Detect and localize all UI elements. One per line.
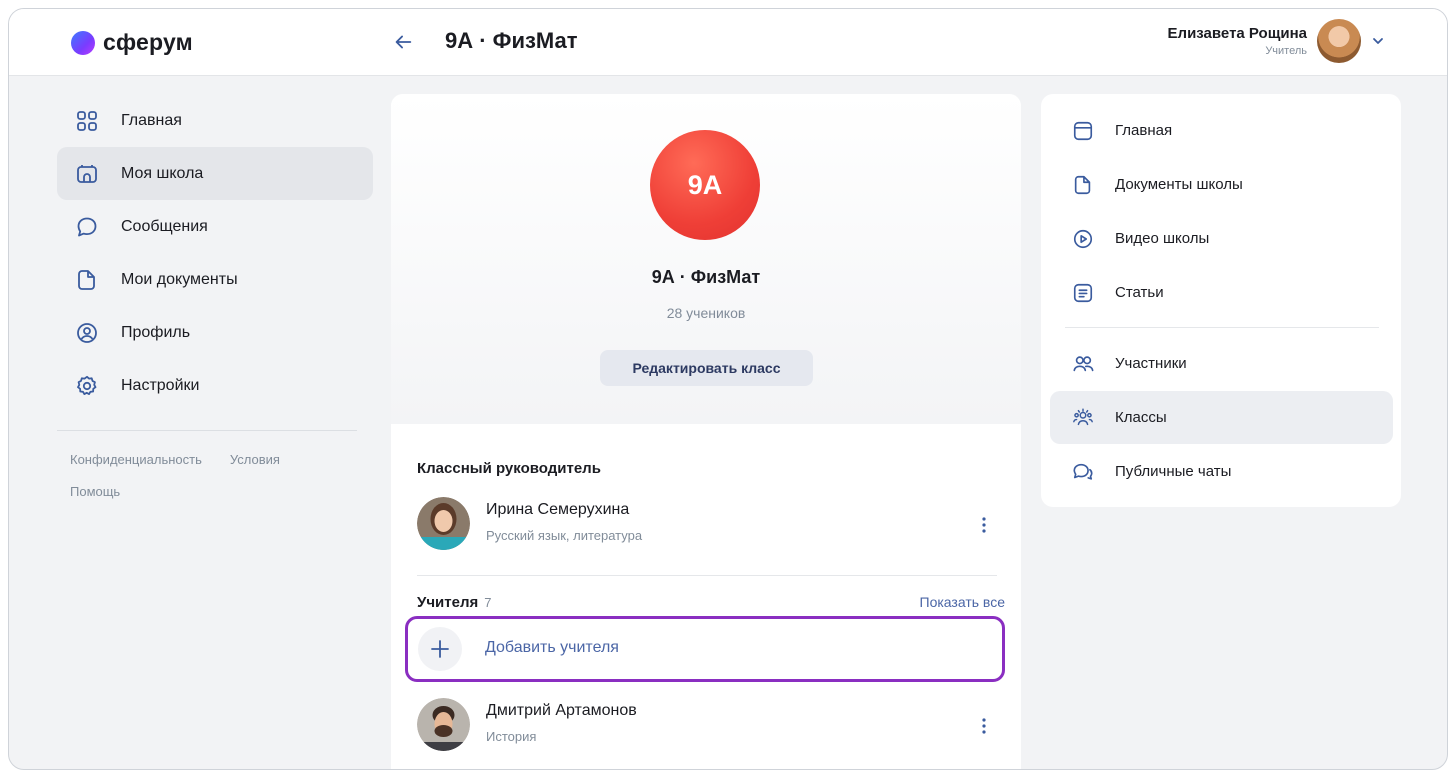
chevron-down-icon[interactable] — [1371, 34, 1385, 48]
show-all-link[interactable]: Показать все — [920, 594, 1005, 610]
more-vertical-icon[interactable] — [977, 515, 991, 535]
profile-icon — [77, 322, 97, 343]
play-icon — [1073, 229, 1093, 248]
school-nav-label: Главная — [1115, 122, 1173, 139]
school-nav-label: Участники — [1115, 355, 1187, 372]
school-nav-card: Главная Документы школы Видео школы Стат… — [1041, 94, 1401, 507]
add-teacher-button[interactable]: Добавить учителя — [405, 616, 1005, 682]
sidebar-item-settings[interactable]: Настройки — [57, 359, 373, 412]
app-window: сферум 9А · ФизМат Елизавета Рощина Учит… — [8, 8, 1448, 770]
sidebar-footer: Конфиденциальность Условия Помощь — [57, 449, 373, 503]
school-icon — [77, 164, 97, 183]
sidebar-item-label: Сообщения — [121, 217, 208, 235]
teacher-subject: Русский язык, литература — [486, 528, 643, 543]
classes-icon — [1073, 408, 1093, 425]
top-bar: сферум 9А · ФизМат Елизавета Рощина Учит… — [9, 9, 1447, 76]
teacher-row[interactable]: Дмитрий Артамонов История — [417, 698, 997, 758]
sidebar-item-my-school[interactable]: Моя школа — [57, 147, 373, 200]
plus-icon — [431, 640, 449, 658]
sidebar-item-label: Настройки — [121, 376, 200, 394]
class-header: 9А 9А · ФизМат 28 учеников Редактировать… — [391, 94, 1021, 424]
more-vertical-icon[interactable] — [977, 716, 991, 736]
chat-icon — [77, 217, 97, 236]
teachers-count: 7 — [484, 595, 492, 610]
terms-link[interactable]: Условия — [230, 449, 280, 471]
section-divider — [417, 575, 997, 576]
school-nav-classes[interactable]: Классы — [1050, 391, 1393, 444]
users-icon — [1073, 355, 1094, 371]
logo-text: сферум — [103, 29, 193, 55]
avatar — [417, 497, 470, 550]
add-teacher-label: Добавить учителя — [485, 639, 619, 656]
sidebar-item-label: Профиль — [121, 323, 191, 341]
sidebar-item-label: Моя школа — [121, 164, 204, 182]
school-nav-label: Статьи — [1115, 284, 1164, 301]
user-avatar[interactable] — [1317, 19, 1361, 63]
edit-class-button[interactable]: Редактировать класс — [600, 350, 813, 386]
help-link[interactable]: Помощь — [70, 484, 120, 499]
class-card: 9А 9А · ФизМат 28 учеников Редактировать… — [391, 94, 1021, 769]
teachers-heading-label: Учителя — [417, 594, 479, 611]
sidebar-item-messages[interactable]: Сообщения — [57, 200, 373, 253]
school-nav-public-chats[interactable]: Публичные чаты — [1050, 445, 1393, 498]
sidebar-item-my-documents[interactable]: Мои документы — [57, 253, 373, 306]
teacher-subject: История — [486, 729, 537, 744]
school-nav-label: Документы школы — [1115, 176, 1243, 193]
teacher-name: Ирина Семерухина — [486, 501, 630, 518]
privacy-link[interactable]: Конфиденциальность — [70, 449, 202, 471]
school-nav-articles[interactable]: Статьи — [1050, 266, 1393, 319]
teacher-name: Дмитрий Артамонов — [486, 702, 637, 719]
document-icon — [78, 269, 95, 290]
public-chats-icon — [1073, 463, 1093, 480]
teachers-heading: Учителя 7 — [417, 594, 491, 611]
user-role: Учитель — [1265, 45, 1307, 57]
school-nav-label: Классы — [1115, 409, 1167, 426]
grid-icon — [77, 110, 97, 131]
school-nav-label: Видео школы — [1115, 230, 1210, 247]
user-menu[interactable]: Елизавета Рощина Учитель — [1168, 19, 1385, 63]
school-nav-documents[interactable]: Документы школы — [1050, 158, 1393, 211]
article-icon — [1073, 283, 1093, 302]
school-nav-divider — [1065, 327, 1379, 328]
back-arrow-icon[interactable] — [392, 31, 414, 53]
document-icon — [1074, 175, 1091, 194]
school-nav-members[interactable]: Участники — [1050, 337, 1393, 390]
class-avatar: 9А — [650, 130, 760, 240]
class-title: 9А · ФизМат — [651, 267, 761, 287]
sidebar-item-label: Мои документы — [121, 270, 238, 288]
sidebar-divider — [57, 430, 357, 431]
homeroom-heading: Классный руководитель — [417, 460, 601, 477]
add-circle — [418, 627, 462, 671]
logo[interactable]: сферум — [71, 29, 193, 56]
school-nav-home[interactable]: Главная — [1050, 104, 1393, 157]
sidebar-item-label: Главная — [121, 111, 182, 129]
avatar — [417, 698, 470, 751]
school-nav-label: Публичные чаты — [1115, 463, 1232, 480]
students-count: 28 учеников — [666, 305, 746, 321]
page-title: 9А · ФизМат — [445, 28, 578, 53]
homeroom-teacher-row[interactable]: Ирина Семерухина Русский язык, литератур… — [417, 497, 997, 557]
gear-icon — [77, 375, 97, 395]
left-sidebar: Главная Моя школа Сообщения Мои документ… — [57, 94, 373, 503]
sidebar-item-profile[interactable]: Профиль — [57, 306, 373, 359]
sidebar-item-home[interactable]: Главная — [57, 94, 373, 147]
school-nav-videos[interactable]: Видео школы — [1050, 212, 1393, 265]
user-name: Елизавета Рощина — [1167, 25, 1307, 42]
sferum-logo-icon — [71, 30, 95, 55]
window-icon — [1073, 121, 1093, 140]
